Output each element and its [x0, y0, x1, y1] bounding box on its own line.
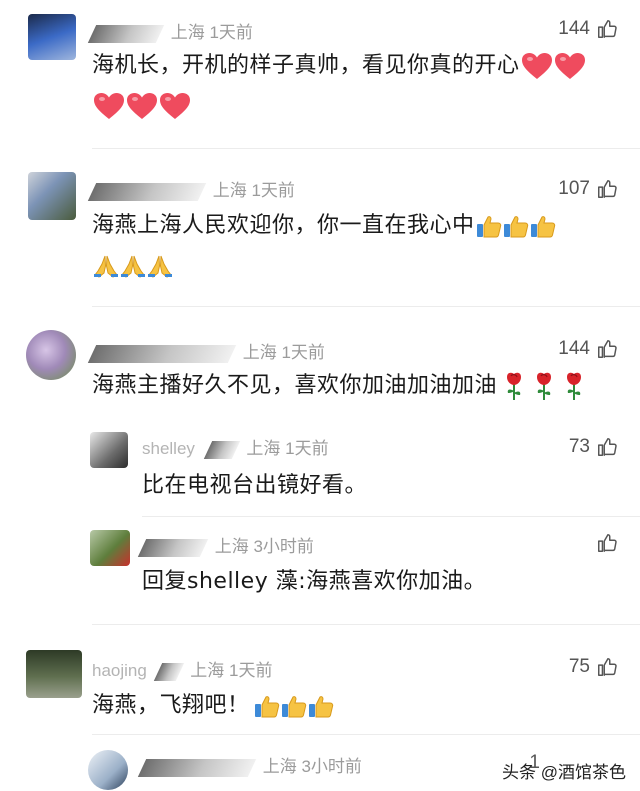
heart-emoji-icon [554, 52, 586, 80]
comment-location: 上海 [242, 343, 277, 362]
rose-emoji-icon [533, 371, 555, 401]
reply-like-button[interactable] [596, 532, 618, 554]
username-blurred [137, 538, 209, 557]
like-count: 73 [568, 436, 590, 457]
divider [92, 624, 640, 625]
reply-location: 上海 [214, 537, 249, 556]
thumbs-up-icon [596, 178, 618, 200]
thumbs-up-icon [596, 338, 618, 360]
pray-emoji-icon [120, 254, 146, 278]
pray-emoji-icon [93, 254, 119, 278]
username-blurred [137, 758, 257, 777]
divider [92, 734, 640, 735]
comment-time: 1天前 [281, 343, 325, 362]
thumbs-up-emoji-icon [530, 214, 556, 238]
comment-username[interactable]: haojing [92, 661, 147, 680]
comment-location: 上海 [170, 23, 205, 42]
divider [92, 306, 640, 307]
comment-text: 海燕上海人民欢迎你，你一直在我心中 [92, 206, 622, 286]
avatar[interactable] [28, 14, 76, 60]
rose-emoji-icon [503, 371, 525, 401]
like-button[interactable]: 144 [558, 18, 618, 40]
like-count: 75 [568, 656, 590, 677]
comment-meta: haojing 上海 1天前 [92, 656, 273, 681]
reply-username[interactable]: shelley [142, 439, 195, 458]
reply-avatar[interactable] [90, 530, 130, 566]
avatar[interactable] [28, 172, 76, 220]
comment-meta: 上海 1天前 [87, 18, 253, 43]
pray-emoji-icon [147, 254, 173, 278]
heart-emoji-icon [159, 92, 191, 120]
thumbs-up-emoji-icon [254, 694, 280, 718]
thumbs-up-emoji-icon [281, 694, 307, 718]
comment-text: 海燕主播好久不见，喜欢你加油加油加油 [92, 366, 632, 406]
watermark: 头条 @酒馆茶色 [502, 763, 626, 782]
reply-time: 1天前 [285, 439, 329, 458]
avatar[interactable] [26, 330, 76, 380]
comment-location: 上海 [190, 661, 225, 680]
like-button[interactable]: 107 [558, 178, 618, 200]
reply-time: 3小时前 [253, 537, 314, 556]
comment-time: 1天前 [209, 23, 253, 42]
comment-item: 上海 1天前 144 海机长，开机的样子真帅，看见你真的开心 [0, 0, 640, 150]
username-blurred [87, 24, 165, 43]
like-count: 144 [558, 338, 590, 359]
comment-item: 上海 1天前 107 海燕上海人民欢迎你，你一直在我心中 [0, 150, 640, 310]
comment-text: 海机长，开机的样子真帅，看见你真的开心 [92, 46, 622, 126]
like-count: 107 [558, 178, 590, 199]
rose-emoji-icon [563, 371, 585, 401]
avatar[interactable] [26, 650, 82, 698]
reply-text: 回复shelley 藻:海燕喜欢你加油。 [142, 569, 487, 594]
comment-item: haojing 上海 1天前 75 海燕，飞翔吧！ [0, 628, 640, 738]
reply-meta: 上海 3小时前 [137, 532, 314, 557]
comment-time: 3小时前 [301, 757, 362, 776]
reply-text: 比在电视台出镜好看。 [142, 473, 368, 498]
like-button[interactable]: 144 [558, 338, 618, 360]
comment-item: 上海 1天前 144 海燕主播好久不见，喜欢你加油加油加油 shelley 上海… [0, 310, 640, 628]
comment-meta: 上海 1天前 [87, 338, 325, 363]
thumbs-up-icon [596, 436, 618, 458]
divider [142, 516, 640, 517]
like-button[interactable]: 75 [569, 656, 618, 678]
thumbs-up-icon [596, 532, 618, 554]
like-count: 144 [558, 18, 590, 39]
comment-meta: 上海 3小时前 [137, 752, 362, 777]
thumbs-up-icon [596, 18, 618, 40]
reply-meta: shelley 上海 1天前 [142, 434, 329, 459]
thumbs-up-emoji-icon [476, 214, 502, 238]
thumbs-up-emoji-icon [308, 694, 334, 718]
heart-emoji-icon [93, 92, 125, 120]
thumbs-up-emoji-icon [503, 214, 529, 238]
reply-avatar[interactable] [90, 432, 128, 468]
username-blurred [87, 344, 237, 363]
comment-time: 1天前 [229, 661, 273, 680]
reply-like-button[interactable]: 73 [569, 436, 618, 458]
comment-text: 海燕，飞翔吧！ [92, 686, 622, 726]
comment-time: 1天前 [251, 181, 295, 200]
reply-location: 上海 [246, 439, 281, 458]
divider [92, 148, 640, 149]
heart-emoji-icon [126, 92, 158, 120]
username-blurred [87, 182, 207, 201]
avatar[interactable] [88, 750, 128, 790]
heart-emoji-icon [521, 52, 553, 80]
username-blurred [203, 440, 240, 459]
thumbs-up-icon [596, 656, 618, 678]
comment-meta: 上海 1天前 [87, 176, 295, 201]
comment-location: 上海 [262, 757, 297, 776]
comment-location: 上海 [212, 181, 247, 200]
username-blurred [153, 662, 184, 681]
